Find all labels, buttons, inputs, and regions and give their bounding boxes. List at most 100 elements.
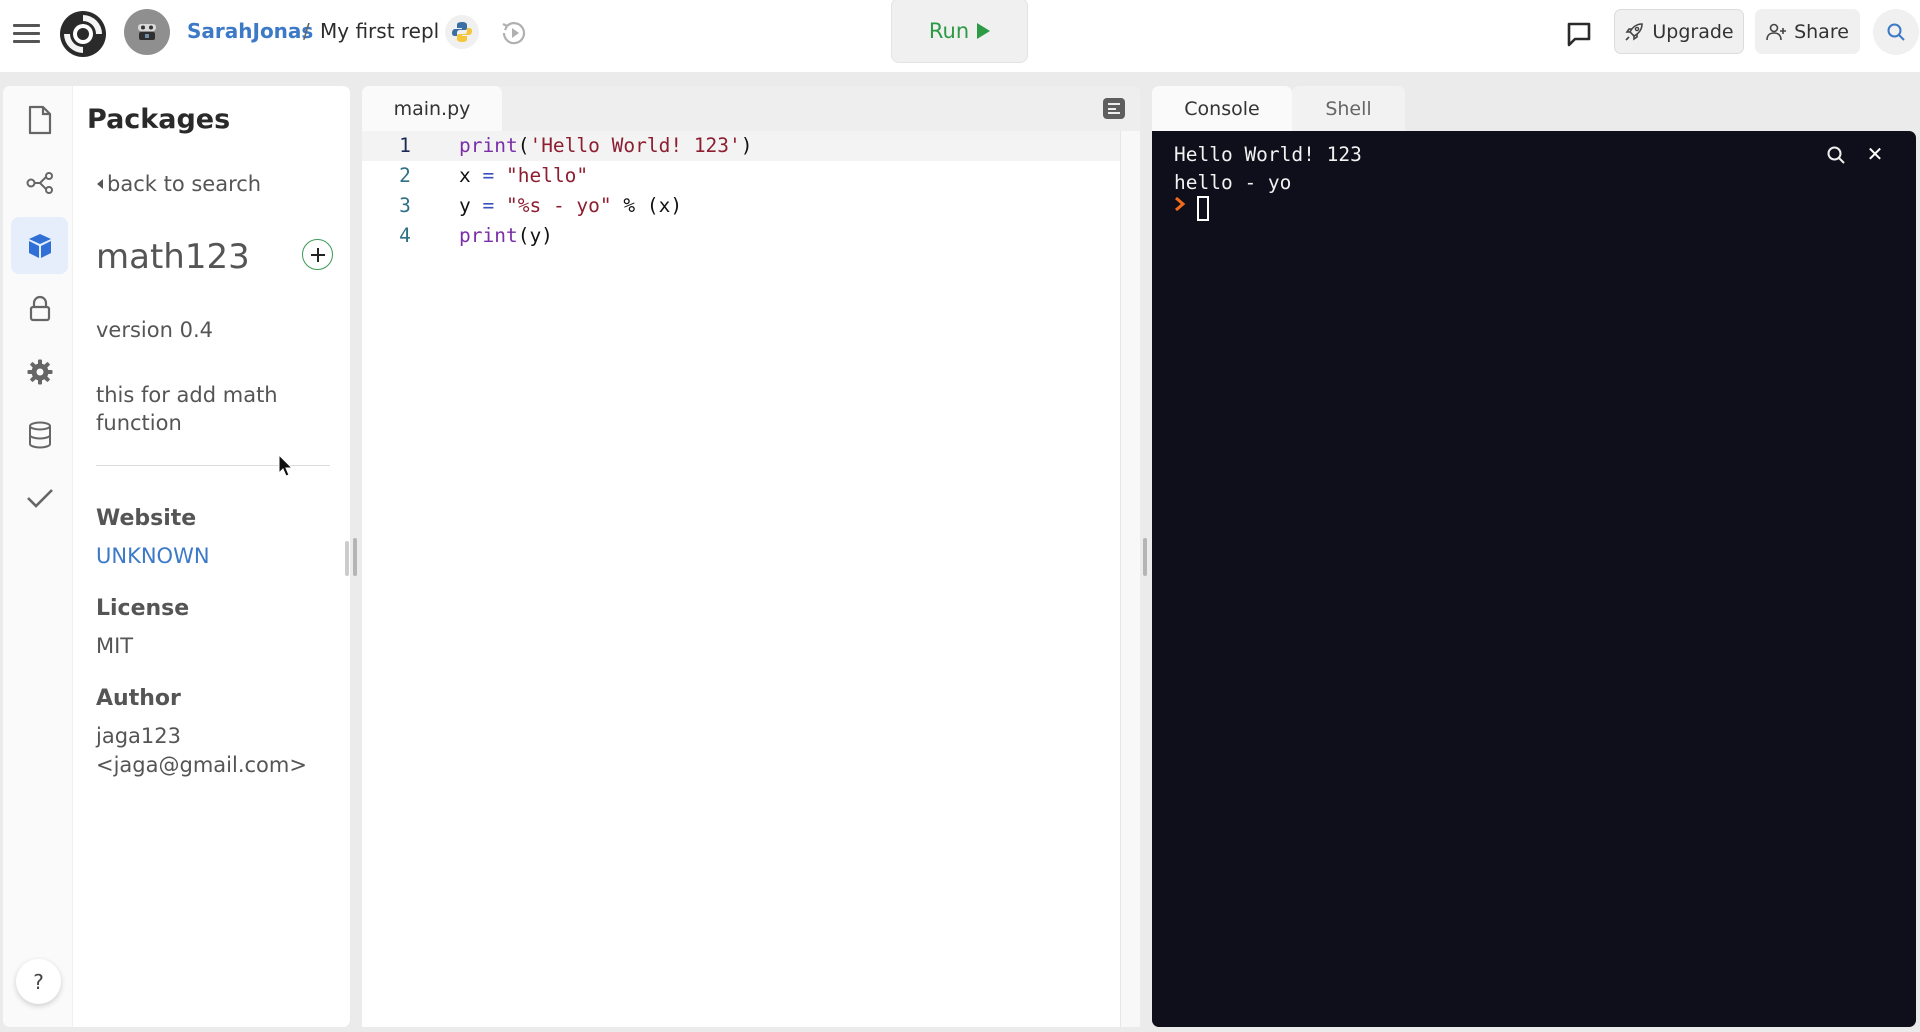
code-token: 'Hello World! 123' bbox=[529, 134, 741, 157]
replit-logo-icon[interactable] bbox=[58, 9, 108, 59]
cube-icon bbox=[28, 233, 51, 258]
share-label: Share bbox=[1794, 20, 1849, 43]
package-description: this for add math function bbox=[96, 383, 278, 435]
sidebar-item-settings[interactable] bbox=[11, 343, 68, 400]
code-token: ( bbox=[517, 134, 530, 157]
console-search-icon[interactable] bbox=[1826, 145, 1846, 165]
chat-icon[interactable] bbox=[1564, 19, 1594, 49]
tab-main-py[interactable]: main.py bbox=[362, 86, 502, 131]
website-link[interactable]: UNKNOWN bbox=[96, 542, 210, 571]
tab-shell[interactable]: Shell bbox=[1292, 86, 1405, 131]
code-token: print bbox=[459, 224, 518, 247]
check-icon bbox=[26, 488, 53, 508]
sidebar-item-database[interactable] bbox=[11, 406, 68, 463]
python-icon[interactable] bbox=[445, 15, 479, 49]
panel-title: Packages bbox=[87, 104, 231, 135]
mouse-pointer-icon bbox=[278, 454, 294, 477]
console-panel: Console Shell Hello World! 123 hello - y… bbox=[1152, 86, 1916, 1027]
share-button[interactable]: Share bbox=[1755, 9, 1860, 54]
code-token: "%s - yo" bbox=[505, 194, 612, 217]
editor-scroll-gutter[interactable] bbox=[1120, 131, 1140, 1027]
search-button[interactable] bbox=[1873, 9, 1919, 55]
code-line[interactable]: 4 print(y) bbox=[362, 221, 1120, 251]
breadcrumb-separator: / bbox=[303, 19, 310, 43]
run-label: Run bbox=[928, 18, 970, 43]
rocket-icon bbox=[1625, 22, 1644, 41]
line-number: 4 bbox=[399, 224, 411, 247]
code-text: print('Hello World! 123') bbox=[459, 131, 753, 161]
code-token: ) bbox=[740, 134, 753, 157]
play-icon bbox=[977, 22, 991, 39]
database-icon bbox=[28, 421, 51, 449]
code-text: print(y) bbox=[459, 221, 553, 251]
console-output[interactable]: Hello World! 123 hello - yo ✕ bbox=[1152, 131, 1916, 1027]
sidebar-rail: ? bbox=[3, 86, 73, 1027]
code-text: x = "hello" bbox=[459, 161, 588, 191]
file-icon bbox=[28, 105, 51, 134]
code-token: "hello" bbox=[505, 164, 589, 187]
author-name: jaga123 bbox=[96, 724, 181, 748]
console-output-line: hello - yo bbox=[1174, 171, 1292, 194]
prompt-icon bbox=[1175, 196, 1186, 212]
sidebar-item-files[interactable] bbox=[11, 91, 68, 148]
console-cursor bbox=[1197, 196, 1209, 221]
editor-text-area[interactable]: 1 print('Hello World! 123') 2 x = "hello" 3 y… bbox=[362, 131, 1120, 1027]
code-token: % (x) bbox=[611, 194, 683, 217]
caret-left-icon bbox=[97, 179, 103, 189]
code-line[interactable]: 1 print('Hello World! 123') bbox=[362, 131, 1120, 161]
help-button[interactable]: ? bbox=[16, 959, 61, 1004]
outline-icon[interactable] bbox=[1103, 98, 1125, 119]
code-line[interactable]: 2 x = "hello" bbox=[362, 161, 1120, 191]
line-number: 2 bbox=[399, 164, 411, 187]
menu-icon[interactable] bbox=[13, 22, 41, 44]
editor-tab-bar: main.py bbox=[362, 86, 1140, 131]
sidebar-item-unit-tests[interactable] bbox=[11, 469, 68, 526]
package-name: math123 bbox=[96, 237, 250, 277]
code-editor: main.py 1 print('Hello World! 123') 2 x = "… bbox=[362, 86, 1140, 1027]
sidebar-item-version-control[interactable] bbox=[11, 154, 68, 211]
package-version: version 0.4 bbox=[96, 318, 213, 342]
author-label: Author bbox=[96, 686, 181, 711]
sidebar-item-secrets[interactable] bbox=[11, 280, 68, 337]
left-panel: ? Packages back to search math123 versio… bbox=[3, 86, 350, 1027]
upgrade-button[interactable]: Upgrade bbox=[1614, 9, 1744, 54]
code-token: (y) bbox=[517, 224, 553, 247]
avatar[interactable] bbox=[124, 9, 170, 55]
left-resize-handle[interactable] bbox=[353, 538, 357, 576]
divider bbox=[96, 465, 330, 466]
console-close-icon[interactable]: ✕ bbox=[1864, 143, 1886, 165]
code-line[interactable]: 3 y = "%s - yo" % (x) bbox=[362, 191, 1120, 221]
code-token: = bbox=[482, 164, 495, 187]
repl-name[interactable]: My first repl bbox=[320, 19, 439, 43]
back-label: back to search bbox=[107, 172, 262, 196]
author-email: <jaga@gmail.com> bbox=[96, 753, 307, 777]
license-value: MIT bbox=[96, 634, 134, 658]
breadcrumb-user[interactable]: SarahJonas bbox=[187, 19, 313, 43]
right-resize-handle[interactable] bbox=[1143, 538, 1147, 576]
history-icon[interactable] bbox=[497, 16, 531, 50]
line-number: 3 bbox=[399, 194, 411, 217]
code-token: y bbox=[459, 194, 483, 217]
upgrade-label: Upgrade bbox=[1652, 20, 1734, 43]
run-button[interactable]: Run bbox=[891, 0, 1028, 63]
code-token: x bbox=[459, 164, 483, 187]
add-package-button[interactable] bbox=[302, 239, 333, 270]
console-output-line: Hello World! 123 bbox=[1174, 143, 1362, 166]
share-nodes-icon bbox=[26, 171, 53, 194]
top-bar: SarahJonas / My first repl Run Upgrade S… bbox=[0, 0, 1920, 72]
website-label: Website bbox=[96, 506, 197, 531]
sidebar-item-packages[interactable] bbox=[11, 217, 68, 274]
code-token: = bbox=[482, 194, 495, 217]
gear-icon bbox=[27, 359, 52, 384]
panel-scrollbar[interactable] bbox=[345, 541, 349, 576]
add-user-icon bbox=[1766, 23, 1787, 40]
plus-icon bbox=[310, 247, 325, 262]
tab-console[interactable]: Console bbox=[1152, 86, 1292, 131]
license-label: License bbox=[96, 596, 190, 621]
line-number: 1 bbox=[399, 134, 411, 157]
code-text: y = "%s - yo" % (x) bbox=[459, 191, 682, 221]
robot-icon bbox=[138, 24, 156, 40]
back-to-search-link[interactable]: back to search bbox=[97, 172, 261, 196]
